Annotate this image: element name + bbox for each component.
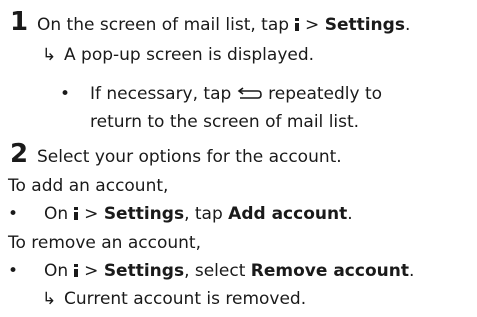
add-dot: . xyxy=(347,204,353,224)
add-account-step: • On > Settings, tap Add account. xyxy=(8,203,353,225)
settings-label: Settings xyxy=(103,261,185,281)
menu-icon xyxy=(295,18,300,31)
step-2-number: 2 xyxy=(10,139,29,169)
step-1-dot: . xyxy=(404,15,411,35)
remove-bullet: • xyxy=(8,261,19,281)
add-account-label: Add account xyxy=(228,204,348,224)
add-gt: > xyxy=(84,204,99,224)
step-1-text: On the screen of mail list, tap xyxy=(37,15,290,35)
step-2-instruction: Select your options for the account. xyxy=(37,147,342,167)
step-1-note: • If necessary, tap repeatedly to xyxy=(60,83,382,105)
remove-dot: . xyxy=(408,261,415,281)
settings-label: Settings xyxy=(103,204,185,224)
step-1-note-line2: return to the screen of mail list. xyxy=(90,112,360,132)
remove-result-text: Current account is removed. xyxy=(64,289,307,309)
remove-gt: > xyxy=(84,261,99,281)
step-1-result: ↳ A pop-up screen is displayed. xyxy=(42,44,314,66)
result-arrow-icon: ↳ xyxy=(42,289,57,309)
note-bullet: • xyxy=(60,84,71,104)
add-on: On xyxy=(44,204,69,224)
remove-account-label: Remove account xyxy=(250,261,409,281)
step-1-result-text: A pop-up screen is displayed. xyxy=(64,45,315,65)
back-arrow-icon xyxy=(237,84,263,99)
note-text-2: repeatedly to xyxy=(268,84,383,104)
step-1-gt: > xyxy=(305,15,320,35)
remove-select: , select xyxy=(184,261,246,281)
note-text-1: If necessary, tap xyxy=(90,84,232,104)
add-bullet: • xyxy=(8,204,19,224)
settings-label: Settings xyxy=(324,15,405,35)
add-account-heading: To add an account, xyxy=(8,176,169,196)
result-arrow-icon: ↳ xyxy=(42,45,57,65)
step-1-number: 1 xyxy=(10,7,29,37)
menu-icon xyxy=(74,207,79,220)
remove-account-heading: To remove an account, xyxy=(8,233,201,253)
menu-icon xyxy=(74,264,79,277)
remove-account-step: • On > Settings, select Remove account. xyxy=(8,260,414,282)
step-1-instruction: On the screen of mail list, tap > Setting… xyxy=(37,14,410,36)
add-tap: , tap xyxy=(184,204,223,224)
remove-result: ↳ Current account is removed. xyxy=(42,288,306,310)
remove-on: On xyxy=(44,261,69,281)
